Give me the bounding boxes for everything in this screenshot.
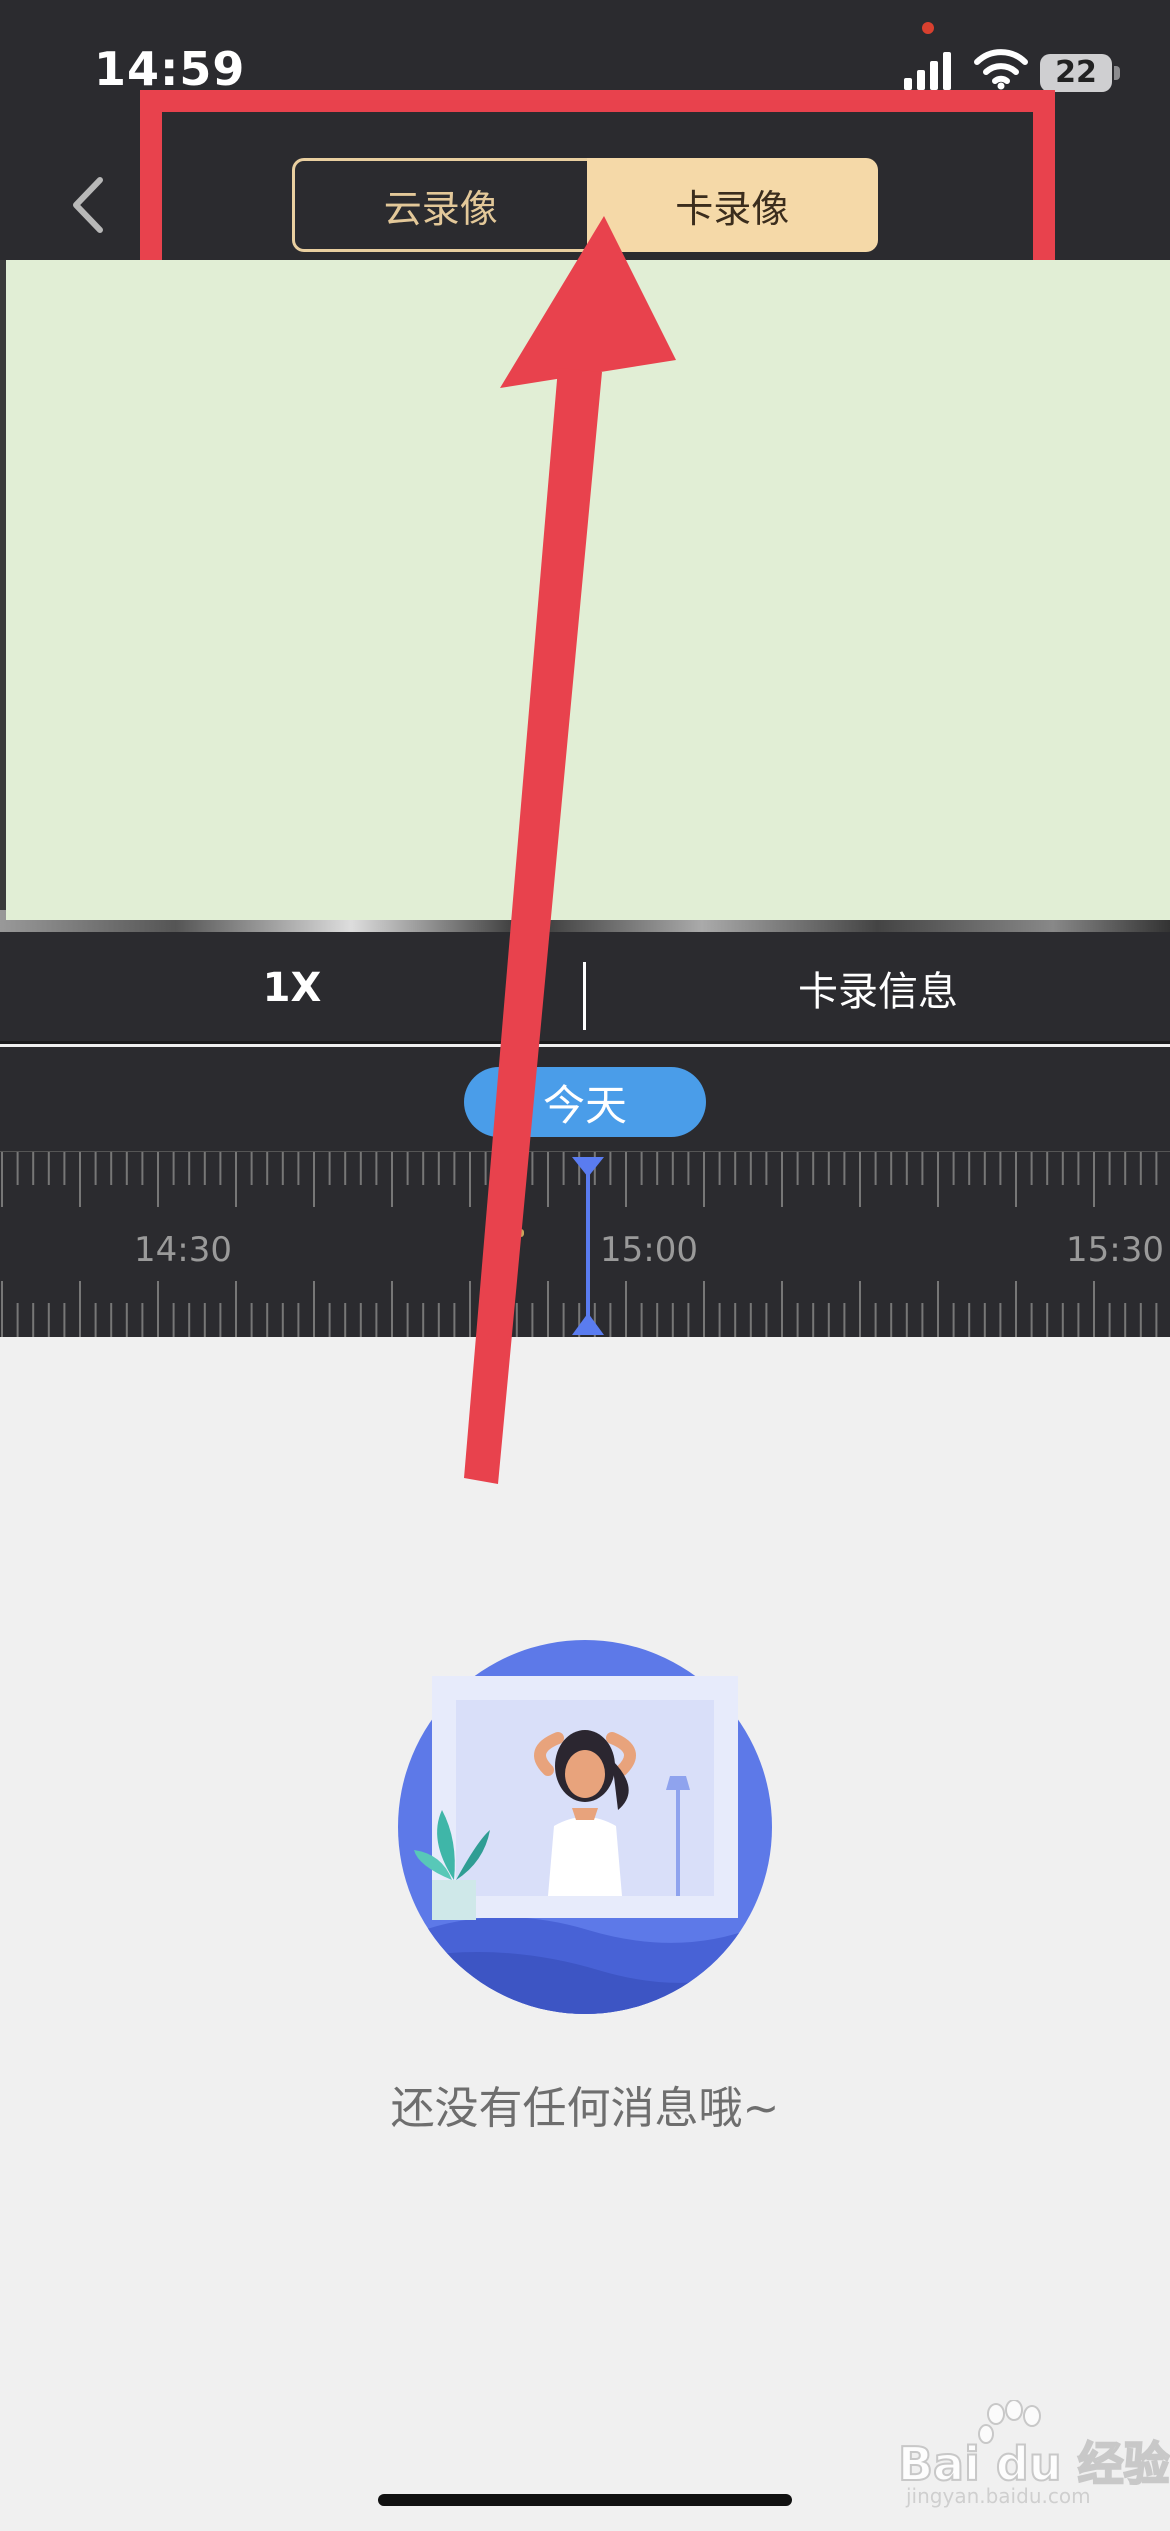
cellular-signal-icon — [904, 52, 951, 90]
video-redaction-overlay — [6, 260, 1170, 920]
playback-speed-button[interactable]: 1X — [0, 932, 584, 1044]
timeline-svg: 14:30 15:00 15:30 — [0, 1150, 1170, 1337]
empty-state-message: 还没有任何消息哦~ — [390, 2083, 780, 2134]
playback-controls: 1X 卡录信息 — [0, 932, 1170, 1044]
battery-nub — [1114, 66, 1120, 80]
recording-source-tabs: 云录像 卡录像 — [292, 158, 878, 252]
tab-card-recording[interactable]: 卡录像 — [586, 158, 878, 252]
timeline-label-3: 15:30 — [1066, 1230, 1164, 1270]
tab-cloud-recording[interactable]: 云录像 — [292, 158, 587, 252]
battery-indicator: 22 — [1040, 54, 1112, 92]
recording-segment — [494, 1229, 524, 1237]
card-info-button[interactable]: 卡录信息 — [586, 932, 1170, 1044]
recording-dot — [922, 22, 934, 34]
top-bar: 14:59 22 云录像 卡录像 — [0, 0, 1170, 260]
back-arrow-icon[interactable] — [64, 172, 114, 238]
timeline-label-2: 15:00 — [600, 1230, 698, 1270]
date-band: 今天 — [0, 1047, 1170, 1151]
watermark-url: jingyan.baidu.com — [906, 2484, 1091, 2508]
timeline-ruler[interactable]: 14:30 15:00 15:30 — [0, 1150, 1170, 1337]
wifi-icon — [974, 49, 1028, 90]
timeline-label-1: 14:30 — [134, 1230, 232, 1270]
status-time: 14:59 — [94, 42, 246, 96]
home-indicator — [378, 2494, 792, 2506]
date-chip-today[interactable]: 今天 — [464, 1067, 706, 1137]
empty-state-illustration — [398, 1640, 772, 2014]
